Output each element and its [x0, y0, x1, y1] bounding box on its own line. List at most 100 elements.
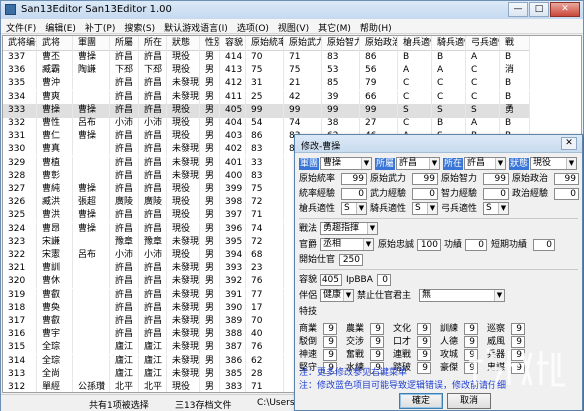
column-header[interactable]: 原始統率 — [246, 36, 284, 51]
maximize-button[interactable]: □ — [529, 2, 549, 17]
int-exp-field[interactable]: 0 — [483, 188, 509, 200]
skill-value-field[interactable]: 9 — [417, 323, 431, 335]
table-cell: 397 — [220, 209, 246, 223]
dialog-title-bar[interactable]: 修改-曹操 ✕ — [295, 135, 582, 153]
lead-exp-field[interactable]: 0 — [341, 188, 367, 200]
table-cell: 現役 — [167, 381, 200, 392]
table-cell: 許昌 — [139, 301, 167, 315]
skill-value-field[interactable]: 9 — [511, 362, 525, 374]
forbid-lord-combo[interactable]: 無 ▼ — [419, 289, 505, 302]
table-cell: 316 — [3, 328, 37, 342]
dialog-close-button[interactable]: ✕ — [561, 137, 577, 150]
skill-value-field[interactable]: 9 — [464, 336, 478, 348]
skill-value-field[interactable]: 9 — [511, 336, 525, 348]
column-header[interactable]: 原始政治 — [360, 36, 398, 51]
skill-value-field[interactable]: 9 — [370, 323, 384, 335]
rank-combo[interactable]: 丞相 ▼ — [320, 238, 374, 251]
skill-value-field[interactable]: 9 — [323, 349, 337, 361]
close-button[interactable]: ✕ — [550, 2, 580, 17]
main-window: San13Editor San13Editor 1.00 — □ ✕ 文件(F)… — [0, 0, 584, 411]
skill-value-field[interactable]: 9 — [323, 323, 337, 335]
skill-value-field[interactable]: 9 — [323, 336, 337, 348]
skill-value-field[interactable]: 9 — [464, 323, 478, 335]
menu-item[interactable]: 帮助(H) — [355, 19, 396, 34]
table-cell: 99 — [322, 103, 360, 117]
table-cell: 390 — [220, 301, 246, 315]
first-year-field[interactable]: 250 — [339, 254, 363, 266]
column-header[interactable]: 狀態 — [167, 36, 200, 51]
menu-item[interactable]: 补丁(P) — [80, 19, 119, 34]
column-header[interactable]: 武将编号 — [3, 36, 37, 51]
face-field[interactable]: 405 — [320, 274, 342, 286]
loyalty-field[interactable]: 100 — [417, 239, 441, 251]
column-header[interactable]: 原始智力 — [322, 36, 360, 51]
column-header[interactable]: 戰 — [500, 36, 530, 51]
menu-item[interactable]: 选项(O) — [232, 19, 273, 34]
pol-field[interactable]: 99 — [554, 173, 579, 185]
table-cell: 許昌 — [110, 328, 139, 342]
column-header[interactable]: 性別 — [200, 36, 220, 51]
column-header[interactable]: 騎兵適性 — [432, 36, 466, 51]
edit-dialog: 修改-曹操 ✕ 軍團 曹操 ▼ 所屬 許昌 ▼ 所在 許昌 ▼ 狀態 現役 ▼ 原始統率… — [294, 134, 583, 411]
menu-item[interactable]: 视图(V) — [273, 19, 313, 34]
column-header[interactable]: 所屬 — [110, 36, 139, 51]
army-combo[interactable]: 曹操 ▼ — [320, 157, 372, 170]
pol-label: 原始政治 — [512, 174, 549, 184]
table-cell: 曹純 — [37, 183, 73, 196]
belong-combo[interactable]: 許昌 ▼ — [396, 157, 440, 170]
menu-item[interactable]: 其它(M) — [313, 19, 355, 34]
war-exp-field[interactable]: 0 — [412, 188, 438, 200]
bow-combo[interactable]: S ▼ — [483, 202, 509, 215]
skill-value-field[interactable]: 9 — [464, 349, 478, 361]
table-cell: 86 — [360, 51, 398, 64]
column-header[interactable]: 所在 — [139, 36, 167, 51]
table-cell: 臧霸 — [37, 64, 73, 78]
short-merit-field[interactable]: 0 — [533, 239, 555, 251]
skill-value-field[interactable]: 9 — [370, 336, 384, 348]
pol-exp-field[interactable]: 0 — [554, 188, 579, 200]
skill-value-field[interactable]: 9 — [464, 362, 478, 374]
cancel-button[interactable]: 取消 — [447, 393, 491, 409]
skill-value-field[interactable]: 9 — [511, 349, 525, 361]
merit-field[interactable]: 0 — [465, 239, 487, 251]
int-label: 原始智力 — [441, 174, 478, 184]
war-field[interactable]: 99 — [412, 173, 438, 185]
column-header[interactable]: 軍團 — [73, 36, 110, 51]
skill-value-field[interactable]: 9 — [511, 323, 525, 335]
table-cell: 豫章 — [139, 235, 167, 249]
state-combo[interactable]: 現役 ▼ — [530, 157, 577, 170]
table-cell: 62 — [246, 354, 284, 368]
spear-combo[interactable]: S ▼ — [341, 202, 367, 215]
title-bar[interactable]: San13Editor San13Editor 1.00 — □ ✕ — [1, 1, 583, 19]
skill-value-field[interactable]: 9 — [417, 362, 431, 374]
face-code-field[interactable]: 0 — [377, 274, 391, 286]
int-field[interactable]: 99 — [483, 173, 509, 185]
table-cell: C — [398, 117, 432, 130]
table-cell: 消 — [500, 64, 530, 78]
tactic-combo[interactable]: 勇趨指揮 ▼ — [320, 222, 378, 235]
skill-value-field[interactable]: 9 — [370, 349, 384, 361]
skill-value-field[interactable]: 9 — [417, 349, 431, 361]
minimize-button[interactable]: — — [508, 2, 528, 17]
table-cell: 75 — [246, 64, 284, 78]
ok-button[interactable]: 確定 — [399, 393, 443, 409]
menu-item[interactable]: 文件(F) — [1, 19, 40, 34]
menu-item[interactable]: 编辑(E) — [40, 19, 80, 34]
table-cell: 現役 — [167, 117, 200, 130]
table-cell: 70 — [246, 51, 284, 64]
skill-value-field[interactable]: 9 — [417, 336, 431, 348]
horse-combo[interactable]: S ▼ — [412, 202, 438, 215]
menu-item[interactable]: 默认游戏语言(I) — [159, 19, 232, 34]
column-header[interactable]: 原始武力 — [284, 36, 322, 51]
menu-item[interactable]: 搜索(S) — [119, 19, 159, 34]
column-header[interactable]: 武将 — [37, 36, 73, 51]
skill-label: 奮戰 — [346, 350, 365, 360]
column-header[interactable]: 容貌 — [220, 36, 246, 51]
location-combo[interactable]: 許昌 ▼ — [464, 157, 506, 170]
column-header[interactable]: 槍兵適性 — [398, 36, 432, 51]
table-cell: 未發現 — [167, 367, 200, 381]
spouse-combo[interactable]: 健康 ▼ — [320, 289, 354, 302]
column-header[interactable]: 弓兵適性 — [466, 36, 500, 51]
table-cell: 71 — [284, 51, 322, 64]
lead-field[interactable]: 99 — [341, 173, 367, 185]
